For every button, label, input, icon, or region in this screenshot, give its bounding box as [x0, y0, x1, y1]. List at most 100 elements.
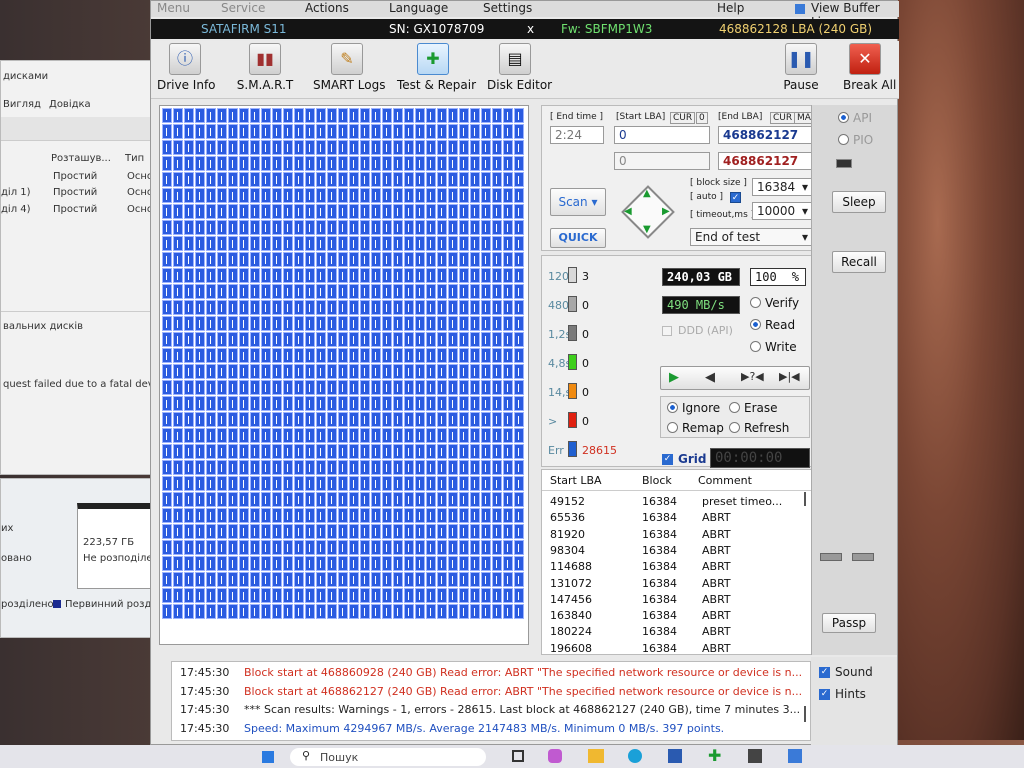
ignore-radio[interactable]: Ignore	[667, 401, 720, 415]
write-radio[interactable]: Write	[750, 340, 797, 354]
scan-block-cell	[184, 172, 194, 187]
sound-checkbox[interactable]: ✓	[819, 667, 830, 678]
scan-block-cell	[228, 444, 238, 459]
edge-icon[interactable]	[628, 749, 642, 763]
log-scrollbar[interactable]	[804, 706, 806, 722]
quick-button[interactable]: QUICK	[550, 228, 606, 248]
playback-controls: ▶ ◀ ▶?◀ ▶|◀	[660, 366, 810, 390]
menu-menu[interactable]: Menu	[157, 1, 190, 15]
skip-icon[interactable]: ▶?◀	[741, 370, 764, 383]
scrollbar[interactable]	[804, 492, 806, 506]
table-row[interactable]: 114688 16384 ABRT	[542, 559, 812, 575]
percent-sign: %	[791, 270, 799, 284]
scan-block-cell	[459, 460, 469, 475]
arrow-up-icon[interactable]: ▲	[643, 188, 651, 199]
menu-help[interactable]: Help	[717, 1, 744, 15]
remap-radio[interactable]: Remap	[667, 421, 724, 435]
ddd-checkbox[interactable]	[662, 326, 672, 336]
task-view-icon[interactable]	[512, 750, 524, 762]
end-lba-input[interactable]: 468862127	[718, 126, 812, 144]
col-block[interactable]: Block	[642, 474, 672, 487]
play-icon[interactable]: ▶	[669, 370, 679, 385]
col-start-lba[interactable]: Start LBA	[550, 474, 602, 487]
start-lba-zero-button[interactable]: 0	[696, 112, 708, 124]
scan-block-cell	[503, 252, 513, 267]
pio-radio[interactable]: PIO	[838, 133, 873, 147]
grid-checkbox[interactable]: ✓	[662, 454, 673, 465]
erase-radio[interactable]: Erase	[729, 401, 778, 415]
file-explorer-icon[interactable]	[588, 749, 604, 763]
grid-empty-area	[442, 626, 528, 644]
app-icon[interactable]	[788, 749, 802, 763]
passp-button[interactable]: Passp	[822, 613, 876, 633]
sleep-button[interactable]: Sleep	[832, 191, 886, 213]
start-lba-input[interactable]: 0	[614, 126, 710, 144]
menu-service[interactable]: Service	[221, 1, 265, 15]
table-row[interactable]: 131072 16384 ABRT	[542, 576, 812, 592]
menu-settings[interactable]: Settings	[483, 1, 532, 15]
timeout-select[interactable]: 10000 ▾	[752, 202, 812, 220]
copilot-icon[interactable]	[548, 749, 562, 763]
scan-block-cell	[371, 604, 381, 619]
bg-col-type: Тип	[125, 153, 145, 164]
scan-block-cell	[415, 380, 425, 395]
hints-checkbox[interactable]: ✓	[819, 689, 830, 700]
store-icon[interactable]	[668, 749, 682, 763]
smart-button[interactable]: ▮▮ S.M.A.R.T	[235, 43, 295, 92]
table-row[interactable]: 98304 16384 ABRT	[542, 543, 812, 559]
menu-language[interactable]: Language	[389, 1, 448, 15]
scan-block-cell	[261, 236, 271, 251]
table-row[interactable]: 147456 16384 ABRT	[542, 592, 812, 608]
scan-block-cell	[261, 540, 271, 555]
api-radio[interactable]: API	[838, 111, 872, 125]
end-lba-cur-button[interactable]: CUR	[770, 112, 796, 124]
col-comment[interactable]: Comment	[698, 474, 752, 487]
table-row[interactable]: 163840 16384 ABRT	[542, 608, 812, 624]
arrow-left-icon[interactable]: ◀	[624, 206, 632, 217]
bg-menu-help[interactable]: Довідка	[49, 99, 91, 110]
auto-checkbox[interactable]: ✓	[730, 192, 741, 203]
verify-radio[interactable]: Verify	[750, 296, 799, 310]
view-buffer-checkbox[interactable]	[795, 4, 805, 14]
close-drive-button[interactable]: x	[527, 22, 534, 36]
radio-circle	[729, 402, 740, 413]
end-time-input[interactable]: 2:24	[550, 126, 604, 144]
scan-block-cell	[338, 380, 348, 395]
jump-end-icon[interactable]: ▶|◀	[779, 370, 800, 383]
smart-logs-button[interactable]: ✎ SMART Logs	[313, 43, 385, 92]
erase-label: Erase	[744, 401, 778, 415]
pause-button[interactable]: ❚❚ Pause	[783, 43, 819, 92]
victoria-taskbar-icon[interactable]: ✚	[708, 747, 721, 765]
test-repair-button[interactable]: ✚ Test & Repair	[397, 43, 476, 92]
arrow-right-icon[interactable]: ▶	[662, 206, 670, 217]
scan-mode-dropdown[interactable]: Scan ▾	[550, 188, 606, 216]
read-radio[interactable]: Read	[750, 318, 795, 332]
break-all-button[interactable]: ✕ Break All	[843, 43, 896, 92]
recall-button[interactable]: Recall	[832, 251, 886, 273]
table-row[interactable]: 49152 16384 preset timeo...	[542, 494, 812, 510]
disk-editor-button[interactable]: ▤ Disk Editor	[487, 43, 552, 92]
bg-menu-view[interactable]: Вигляд	[3, 99, 41, 110]
drive-info-button[interactable]: ⓘ Drive Info	[157, 43, 216, 92]
menu-actions[interactable]: Actions	[305, 1, 349, 15]
refresh-radio[interactable]: Refresh	[729, 421, 789, 435]
scan-block-cell	[283, 332, 293, 347]
scan-block-cell	[195, 316, 205, 331]
table-row[interactable]: 180224 16384 ABRT	[542, 624, 812, 640]
table-row[interactable]: 81920 16384 ABRT	[542, 527, 812, 543]
direction-pad[interactable]: ▲ ▼ ◀ ▶	[620, 184, 676, 240]
taskbar-search[interactable]: ⚲ Пошук	[290, 748, 486, 766]
windows-start-icon[interactable]	[262, 751, 274, 763]
scan-block-cell	[426, 556, 436, 571]
table-row[interactable]: 65536 16384 ABRT	[542, 510, 812, 526]
arrow-down-icon[interactable]: ▼	[643, 224, 651, 235]
start-lba-cur-button[interactable]: CUR	[670, 112, 696, 124]
reverse-icon[interactable]: ◀	[705, 370, 715, 385]
table-row[interactable]: 196608 16384 ABRT	[542, 641, 812, 654]
scan-block-cell	[492, 524, 502, 539]
app-icon[interactable]	[748, 749, 762, 763]
scan-block-cell	[360, 284, 370, 299]
scan-block-cell	[437, 268, 447, 283]
block-size-select[interactable]: 16384 ▾	[752, 178, 812, 196]
end-of-test-select[interactable]: End of test ▾	[690, 228, 812, 246]
